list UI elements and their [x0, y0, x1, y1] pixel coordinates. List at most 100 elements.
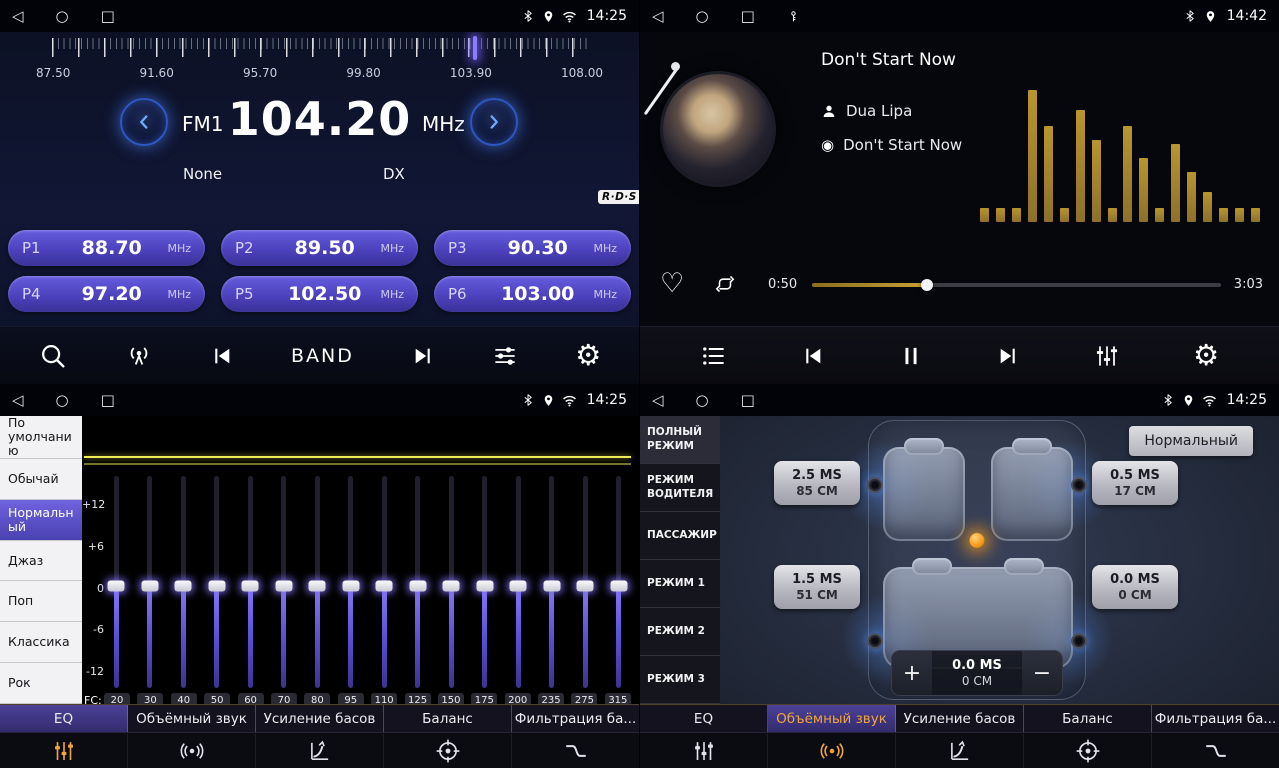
slider-handle[interactable] — [610, 581, 627, 592]
slider-handle[interactable] — [543, 581, 560, 592]
mode-item[interactable]: РЕЖИМ 1 — [640, 560, 720, 608]
preset-button[interactable]: P390.30MHz — [434, 230, 631, 266]
eq-band-slider[interactable] — [573, 476, 597, 688]
mode-item[interactable]: ПАССАЖИР — [640, 512, 720, 560]
slider-handle[interactable] — [309, 581, 326, 592]
slider-handle[interactable] — [141, 581, 158, 592]
previous-station-button[interactable] — [209, 343, 235, 369]
mode-item[interactable]: РЕЖИМ 3 — [640, 656, 720, 704]
seek-up-button[interactable] — [470, 98, 518, 146]
pause-button[interactable] — [898, 343, 924, 369]
eq-preset-item[interactable]: По умолчанию — [0, 416, 82, 459]
eq-band-slider[interactable] — [406, 476, 430, 688]
recents-icon[interactable]: □ — [101, 0, 115, 32]
frequency-scale[interactable]: 87.5091.6095.7099.80103.90108.00 — [36, 36, 603, 86]
eq-band-slider[interactable] — [171, 476, 195, 688]
eq-preset-item[interactable]: Джаз — [0, 541, 82, 582]
back-icon[interactable]: ◁ — [652, 384, 664, 416]
surround-tab-icon[interactable] — [768, 733, 896, 768]
eq-preset-item[interactable]: Обычай — [0, 459, 82, 500]
eq-band-slider[interactable] — [305, 476, 329, 688]
preset-button[interactable]: P188.70MHz — [8, 230, 205, 266]
eq-band-slider[interactable] — [138, 476, 162, 688]
tab-surround[interactable]: Объёмный звук — [768, 705, 896, 732]
back-icon[interactable]: ◁ — [652, 0, 664, 32]
eq-band-slider[interactable] — [506, 476, 530, 688]
eq-preset-item[interactable]: Нормальный — [0, 500, 82, 541]
balance-tab-icon[interactable] — [384, 733, 512, 768]
filter-tab-icon[interactable] — [1152, 733, 1279, 768]
eq-tab-icon[interactable] — [640, 733, 768, 768]
eq-band-slider[interactable] — [205, 476, 229, 688]
eq-band-slider[interactable] — [272, 476, 296, 688]
slider-handle[interactable] — [208, 581, 225, 592]
home-icon[interactable]: ○ — [56, 0, 69, 32]
mode-item[interactable]: ПОЛНЫЙ РЕЖИМ — [640, 416, 720, 464]
balance-tab-icon[interactable] — [1024, 733, 1152, 768]
eq-band-slider[interactable] — [439, 476, 463, 688]
back-icon[interactable]: ◁ — [12, 384, 24, 416]
slider-handle[interactable] — [175, 581, 192, 592]
eq-band-slider[interactable] — [607, 476, 631, 688]
preset-button[interactable]: P6103.00MHz — [434, 276, 631, 312]
delay-increase-button[interactable]: + — [892, 651, 932, 695]
delay-decrease-button[interactable]: − — [1022, 651, 1062, 695]
progress-bar[interactable] — [812, 283, 1221, 287]
eq-tab-icon[interactable] — [0, 733, 128, 768]
slider-handle[interactable] — [409, 581, 426, 592]
slider-handle[interactable] — [376, 581, 393, 592]
equalizer-button[interactable] — [1093, 342, 1121, 370]
home-icon[interactable]: ○ — [696, 384, 709, 416]
tab-eq[interactable]: EQ — [0, 705, 128, 732]
next-station-button[interactable] — [410, 343, 436, 369]
settings-button[interactable]: ⚙ — [1193, 341, 1219, 370]
tab-filter[interactable]: Фильтрация ба... — [1152, 705, 1279, 732]
eq-band-slider[interactable] — [339, 476, 363, 688]
previous-track-button[interactable] — [800, 343, 826, 369]
listening-position-dot[interactable] — [970, 533, 985, 548]
tab-balance[interactable]: Баланс — [1024, 705, 1152, 732]
eq-band-slider[interactable] — [372, 476, 396, 688]
tab-surround[interactable]: Объёмный звук — [128, 705, 256, 732]
recents-icon[interactable]: □ — [741, 0, 755, 32]
tab-bass-boost[interactable]: Усиление басов — [256, 705, 384, 732]
recents-icon[interactable]: □ — [101, 384, 115, 416]
bass-boost-tab-icon[interactable] — [256, 733, 384, 768]
slider-handle[interactable] — [510, 581, 527, 592]
progress-knob[interactable] — [921, 279, 933, 291]
back-icon[interactable]: ◁ — [12, 0, 24, 32]
filter-tab-icon[interactable] — [512, 733, 639, 768]
band-button[interactable]: BAND — [291, 345, 354, 367]
search-button[interactable] — [38, 341, 68, 371]
eq-band-slider[interactable] — [238, 476, 262, 688]
recents-icon[interactable]: □ — [741, 384, 755, 416]
eq-preset-item[interactable]: Классика — [0, 622, 82, 663]
playlist-button[interactable] — [700, 342, 728, 370]
tab-eq[interactable]: EQ — [640, 705, 768, 732]
profile-button[interactable]: Нормальный — [1129, 426, 1253, 456]
slider-handle[interactable] — [443, 581, 460, 592]
preset-button[interactable]: P497.20MHz — [8, 276, 205, 312]
slider-handle[interactable] — [342, 581, 359, 592]
delay-button-rear-left[interactable]: 1.5 MS51 CM — [774, 565, 860, 609]
mode-item[interactable]: РЕЖИМ 2 — [640, 608, 720, 656]
eq-band-slider[interactable] — [540, 476, 564, 688]
tab-bass-boost[interactable]: Усиление басов — [896, 705, 1024, 732]
broadcast-button[interactable] — [124, 341, 154, 371]
slider-handle[interactable] — [108, 581, 125, 592]
delay-button-front-left[interactable]: 2.5 MS85 CM — [774, 461, 860, 505]
preset-button[interactable]: P289.50MHz — [221, 230, 418, 266]
bass-boost-tab-icon[interactable] — [896, 733, 1024, 768]
slider-handle[interactable] — [476, 581, 493, 592]
repeat-button[interactable] — [714, 273, 736, 295]
tab-filter[interactable]: Фильтрация ба... — [512, 705, 639, 732]
next-track-button[interactable] — [995, 343, 1021, 369]
settings-button[interactable]: ⚙ — [575, 341, 601, 370]
slider-handle[interactable] — [275, 581, 292, 592]
slider-handle[interactable] — [577, 581, 594, 592]
tab-balance[interactable]: Баланс — [384, 705, 512, 732]
eq-band-slider[interactable] — [473, 476, 497, 688]
mode-item[interactable]: РЕЖИМ ВОДИТЕЛЯ — [640, 464, 720, 512]
eq-band-slider[interactable] — [104, 476, 128, 688]
eq-preset-item[interactable]: Поп — [0, 581, 82, 622]
